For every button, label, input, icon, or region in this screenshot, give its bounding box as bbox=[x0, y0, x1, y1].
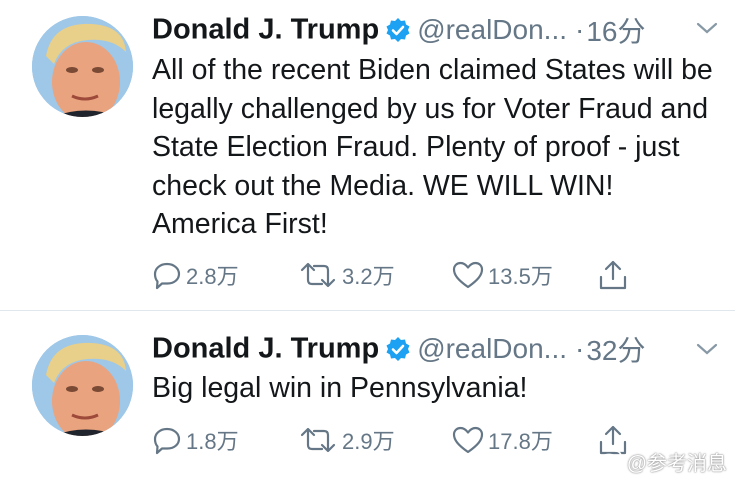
avatar[interactable] bbox=[32, 16, 133, 117]
author-name[interactable]: Donald J. Trump bbox=[152, 333, 379, 365]
share-icon bbox=[598, 259, 628, 291]
reply-icon bbox=[152, 425, 182, 455]
timestamp[interactable]: 16分 bbox=[586, 16, 645, 47]
weibo-logo-icon bbox=[598, 449, 627, 475]
reply-icon bbox=[152, 260, 182, 290]
like-button[interactable]: 13.5万 bbox=[452, 258, 553, 292]
like-button[interactable]: 17.8万 bbox=[452, 423, 553, 457]
like-icon bbox=[452, 425, 484, 455]
reply-count: 2.8万 bbox=[186, 264, 239, 289]
reply-count: 1.8万 bbox=[186, 429, 239, 454]
share-button[interactable] bbox=[598, 258, 628, 292]
retweet-icon bbox=[298, 260, 338, 290]
retweet-icon bbox=[298, 425, 338, 455]
watermark: @参考消息 bbox=[598, 447, 727, 476]
tweet[interactable]: Donald J. Trump @realDon... ·16分 All of th… bbox=[0, 0, 735, 310]
separator-dot: · bbox=[575, 14, 585, 45]
separator-dot: · bbox=[575, 333, 585, 364]
timestamp[interactable]: 32分 bbox=[586, 335, 645, 366]
like-count: 17.8万 bbox=[488, 429, 553, 454]
reply-button[interactable]: 2.8万 bbox=[152, 258, 239, 292]
retweet-count: 2.9万 bbox=[342, 429, 395, 454]
tweet-text: All of the recent Biden claimed States w… bbox=[152, 54, 713, 240]
avatar[interactable] bbox=[32, 335, 133, 436]
retweet-count: 3.2万 bbox=[342, 264, 395, 289]
reply-button[interactable]: 1.8万 bbox=[152, 423, 239, 457]
watermark-text: @参考消息 bbox=[626, 453, 727, 475]
tweet-text: Big legal win in Pennsylvania! bbox=[152, 372, 528, 404]
author-handle[interactable]: @realDon... bbox=[417, 333, 567, 364]
chevron-down-icon[interactable] bbox=[695, 341, 719, 357]
chevron-down-icon[interactable] bbox=[695, 20, 719, 36]
like-icon bbox=[452, 260, 484, 290]
verified-badge-icon bbox=[385, 17, 411, 43]
retweet-button[interactable]: 2.9万 bbox=[298, 423, 395, 457]
tweet-actions: 2.8万 3.2万 13.5万 bbox=[152, 258, 672, 292]
verified-badge-icon bbox=[385, 336, 411, 362]
tweet-actions: 1.8万 2.9万 17.8万 bbox=[152, 423, 672, 457]
author-handle[interactable]: @realDon... bbox=[417, 14, 567, 45]
tweet-header: Donald J. Trump @realDon... ·32分 bbox=[152, 329, 646, 369]
tweet-header: Donald J. Trump @realDon... ·16分 bbox=[152, 10, 646, 50]
like-count: 13.5万 bbox=[488, 264, 553, 289]
retweet-button[interactable]: 3.2万 bbox=[298, 258, 395, 292]
author-name[interactable]: Donald J. Trump bbox=[152, 14, 379, 46]
